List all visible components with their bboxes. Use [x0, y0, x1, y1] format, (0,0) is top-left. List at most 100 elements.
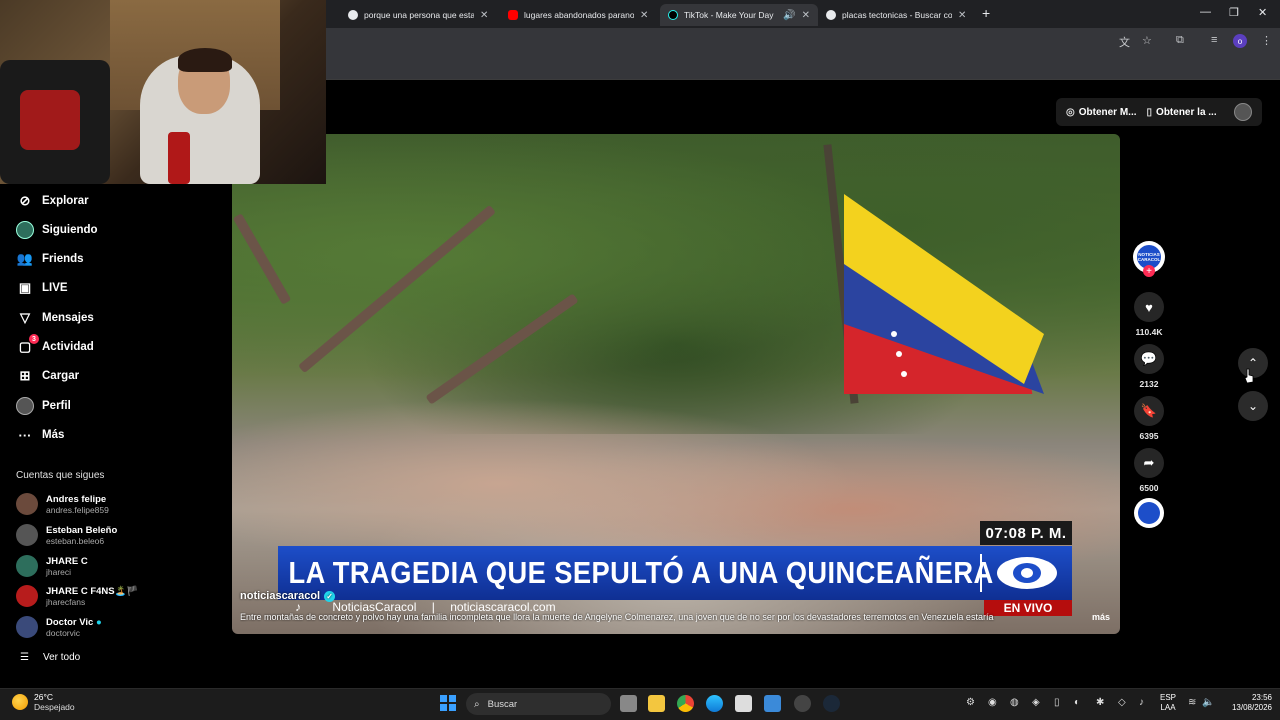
steam-icon[interactable]: [823, 695, 840, 712]
avatar: [16, 524, 38, 546]
tab-0[interactable]: porque una persona que estab ✕: [340, 4, 496, 26]
window-close-icon[interactable]: ✕: [1258, 6, 1267, 19]
playlist-icon[interactable]: ≡: [1211, 34, 1217, 46]
comment-icon: 💬: [1140, 351, 1158, 366]
tab-2[interactable]: TikTok - Make Your Day 🔊 ✕: [660, 4, 818, 26]
avatar-icon: [16, 221, 34, 239]
webcam-overlay: [0, 0, 326, 184]
like-button[interactable]: ♥: [1134, 292, 1164, 322]
sidebar-item-label: Siguiendo: [42, 224, 98, 236]
edge-icon[interactable]: [706, 695, 723, 712]
tray-app-icon[interactable]: ◉: [988, 697, 997, 708]
language-indicator[interactable]: ESP LAA: [1160, 693, 1176, 713]
close-icon[interactable]: ✕: [802, 10, 810, 21]
next-video-button[interactable]: ⌄: [1238, 391, 1268, 421]
comment-count: 2132: [1139, 379, 1159, 389]
send-icon: ▽: [20, 310, 30, 325]
task-view-icon[interactable]: [620, 695, 637, 712]
more-button[interactable]: más: [1092, 612, 1110, 622]
microphone-icon[interactable]: ♪: [1139, 697, 1144, 708]
get-app-button[interactable]: ◎ Obtener M...: [1066, 107, 1137, 118]
following-item[interactable]: JHARE Cjhareci: [16, 553, 88, 579]
share-count: 6500: [1139, 483, 1159, 493]
wifi-icon[interactable]: ≋: [1188, 697, 1196, 708]
tray-app-icon[interactable]: ◐: [1074, 697, 1080, 708]
close-icon[interactable]: ✕: [640, 10, 648, 21]
sidebar-item-label: Friends: [42, 253, 84, 265]
minimize-icon[interactable]: —: [1200, 6, 1211, 18]
windows-start-icon[interactable]: [440, 695, 456, 711]
tab-1[interactable]: lugares abandonados paranorm ✕: [500, 4, 656, 26]
sidebar-item-explorar[interactable]: ⊘ Explorar: [16, 191, 89, 211]
sidebar-item-perfil[interactable]: Perfil: [16, 396, 71, 416]
sidebar-item-actividad[interactable]: ▢ 3 Actividad: [16, 334, 94, 357]
mail-icon[interactable]: [764, 695, 781, 712]
clock-time: 23:56: [1251, 693, 1272, 702]
speaker-icon[interactable]: 🔊: [783, 10, 795, 21]
venezuela-flag-icon: [844, 194, 1044, 394]
close-icon[interactable]: ✕: [480, 10, 488, 21]
following-section-title: Cuentas que sigues: [16, 470, 105, 481]
system-clock[interactable]: 23:56 13/08/2026: [1220, 693, 1272, 713]
avatar: [16, 493, 38, 515]
sidebar-item-friends[interactable]: 👥 Friends: [16, 249, 84, 269]
following-item[interactable]: Doctor Vic ● doctorvic: [16, 614, 102, 640]
tab-title: lugares abandonados paranorm: [524, 10, 634, 20]
user-avatar[interactable]: [1234, 103, 1252, 121]
share-button[interactable]: ➦: [1134, 448, 1164, 478]
tray-app-icon[interactable]: ⚙: [966, 697, 975, 708]
menu-icon[interactable]: ⋮: [1261, 34, 1272, 47]
comment-button[interactable]: 💬: [1134, 344, 1164, 374]
video-author[interactable]: noticiascaracol ✓: [240, 590, 336, 602]
search-icon: ⌕: [474, 698, 480, 710]
star-icon[interactable]: ☆: [1142, 34, 1152, 47]
new-tab-button[interactable]: +: [982, 5, 990, 21]
webcam-hair: [178, 48, 232, 72]
video-time-overlay: 07:08 P. M.: [980, 521, 1072, 545]
ellipsis-icon: ···: [18, 427, 32, 443]
sidebar-item-cargar[interactable]: ⊞ Cargar: [16, 366, 80, 386]
volume-icon[interactable]: 🔈: [1202, 697, 1214, 708]
top-actions: ◎ Obtener M... ▯ Obtener la ...: [1056, 98, 1262, 126]
author-name: noticiascaracol: [240, 590, 321, 602]
weather-sun-icon: [12, 694, 28, 710]
follow-button[interactable]: +: [1143, 265, 1155, 277]
close-icon[interactable]: ✕: [958, 10, 966, 21]
see-all-link[interactable]: ☰ Ver todo: [20, 652, 80, 663]
sidebar-item-siguiendo[interactable]: Siguiendo: [16, 220, 98, 240]
file-explorer-icon[interactable]: [648, 695, 665, 712]
tray-app-icon[interactable]: ▯: [1054, 697, 1060, 708]
tray-app-icon[interactable]: ◇: [1118, 697, 1126, 708]
tab-title: placas tectonicas - Buscar con: [842, 10, 952, 20]
following-item[interactable]: JHARE C F4NS🏝️🏴 jharecfans: [16, 583, 138, 609]
following-handle: jharecfans: [46, 596, 86, 607]
chrome-icon[interactable]: [677, 695, 694, 712]
extensions-icon[interactable]: ⧉: [1176, 34, 1184, 47]
sound-disc[interactable]: [1134, 498, 1164, 528]
lang-secondary: LAA: [1160, 703, 1176, 712]
profile-avatar[interactable]: o: [1233, 34, 1247, 48]
following-item[interactable]: Andres felipe andres.felipe859: [16, 491, 109, 517]
sidebar-item-mas[interactable]: ··· Más: [16, 425, 65, 445]
tray-app-icon[interactable]: ✱: [1096, 697, 1104, 708]
following-handle: jhareci: [46, 566, 72, 577]
sidebar-item-mensajes[interactable]: ▽ Mensajes: [16, 308, 94, 328]
translate-icon[interactable]: 文: [1119, 34, 1130, 50]
tray-app-icon[interactable]: ◈: [1032, 697, 1040, 708]
sidebar-item-live[interactable]: ▣ LIVE: [16, 278, 68, 298]
store-icon[interactable]: [735, 695, 752, 712]
weather-widget[interactable]: 26°C Despejado: [12, 692, 75, 712]
restore-icon[interactable]: ❐: [1229, 6, 1239, 19]
like-count: 110.4K: [1135, 327, 1163, 337]
taskbar-search[interactable]: ⌕ Buscar: [466, 693, 611, 715]
app-icon[interactable]: [794, 695, 811, 712]
get-desktop-button[interactable]: ▯ Obtener la ...: [1147, 107, 1217, 118]
bookmark-icon: 🔖: [1140, 403, 1158, 418]
tab-3[interactable]: placas tectonicas - Buscar con ✕: [818, 4, 974, 26]
weather-temp: 26°C: [34, 692, 53, 702]
tray-app-icon[interactable]: ◍: [1010, 697, 1019, 708]
heart-icon: ♥: [1145, 299, 1153, 315]
following-name: Esteban Beleño: [46, 524, 118, 536]
save-button[interactable]: 🔖: [1134, 396, 1164, 426]
following-item[interactable]: Esteban Beleño esteban.beleo6: [16, 522, 117, 548]
